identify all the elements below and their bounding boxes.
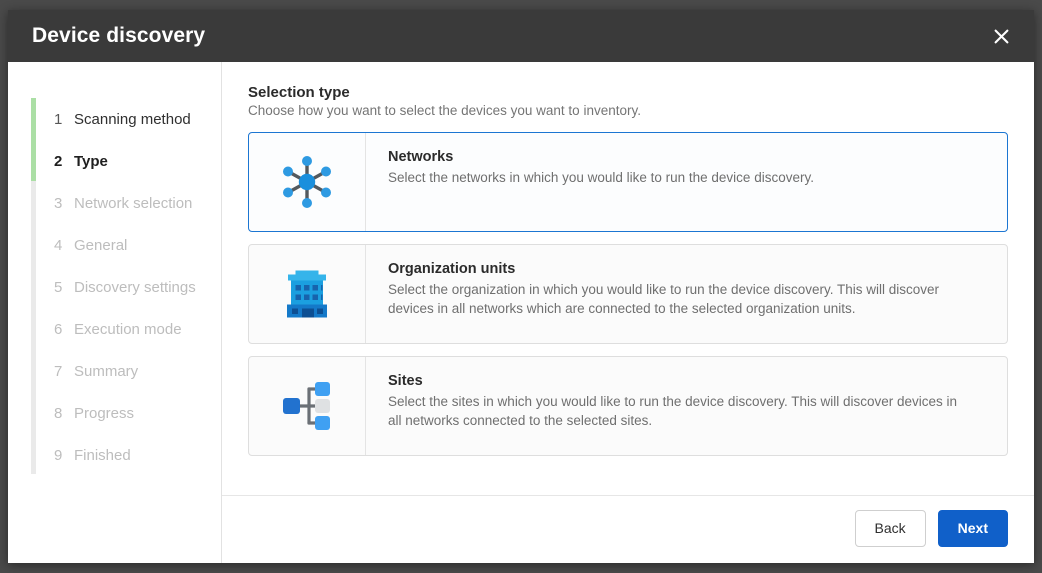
step-number: 7 <box>54 363 74 380</box>
wizard-step-summary: 7Summary <box>8 350 221 392</box>
wizard-step-finished: 9Finished <box>8 434 221 476</box>
option-card-organization-units[interactable]: Organization units Select the organizatio… <box>248 244 1008 344</box>
dialog-footer: Back Next <box>222 495 1034 563</box>
dialog-body: 1Scanning method2Type3Network selection4… <box>8 62 1034 563</box>
option-card-title: Sites <box>388 373 989 389</box>
step-number: 3 <box>54 195 74 212</box>
wizard-sidebar: 1Scanning method2Type3Network selection4… <box>8 62 222 563</box>
wizard-step-discovery-settings: 5Discovery settings <box>8 266 221 308</box>
selection-type-section: Selection type Choose how you want to se… <box>222 62 1034 495</box>
step-label: General <box>74 237 127 254</box>
back-button[interactable]: Back <box>855 510 926 547</box>
office-building-icon <box>249 245 366 343</box>
wizard-main-pane: Selection type Choose how you want to se… <box>222 62 1034 563</box>
option-card-description: Select the organization in which you wou… <box>388 280 968 318</box>
step-number: 4 <box>54 237 74 254</box>
option-card-title: Organization units <box>388 261 989 277</box>
step-number: 6 <box>54 321 74 338</box>
step-label: Finished <box>74 447 131 464</box>
option-card-description: Select the networks in which you would l… <box>388 168 968 187</box>
step-label: Execution mode <box>74 321 182 338</box>
step-number: 8 <box>54 405 74 422</box>
option-card-body: Organization units Select the organizatio… <box>366 245 1007 343</box>
wizard-step-network-selection: 3Network selection <box>8 182 221 224</box>
option-card-networks[interactable]: Networks Select the networks in which you… <box>248 132 1008 232</box>
dialog-title: Device discovery <box>32 24 205 48</box>
option-card-title: Networks <box>388 149 989 165</box>
option-card-description: Select the sites in which you would like… <box>388 392 968 430</box>
close-icon[interactable] <box>984 19 1018 53</box>
option-card-sites[interactable]: Sites Select the sites in which you would… <box>248 356 1008 456</box>
step-number: 2 <box>54 153 74 170</box>
next-button[interactable]: Next <box>938 510 1008 547</box>
wizard-step-list: 1Scanning method2Type3Network selection4… <box>8 98 221 476</box>
wizard-step-progress: 8Progress <box>8 392 221 434</box>
option-card-body: Networks Select the networks in which you… <box>366 133 1007 231</box>
screen-root: Device discovery 1Scanning method2Type3N… <box>0 0 1042 573</box>
step-number: 5 <box>54 279 74 296</box>
step-label: Type <box>74 153 108 170</box>
network-hub-icon <box>249 133 366 231</box>
step-label: Summary <box>74 363 138 380</box>
dialog-titlebar: Device discovery <box>8 10 1034 62</box>
wizard-step-general: 4General <box>8 224 221 266</box>
step-label: Discovery settings <box>74 279 196 296</box>
device-discovery-dialog: Device discovery 1Scanning method2Type3N… <box>8 10 1034 563</box>
site-hierarchy-icon <box>249 357 366 455</box>
page-subtitle: Choose how you want to select the device… <box>248 103 1008 118</box>
page-title: Selection type <box>248 84 1008 101</box>
selection-type-options: Networks Select the networks in which you… <box>248 132 1008 456</box>
wizard-step-type[interactable]: 2Type <box>8 140 221 182</box>
step-label: Network selection <box>74 195 192 212</box>
step-number: 9 <box>54 447 74 464</box>
step-label: Progress <box>74 405 134 422</box>
wizard-step-execution-mode: 6Execution mode <box>8 308 221 350</box>
step-label: Scanning method <box>74 111 191 128</box>
option-card-body: Sites Select the sites in which you would… <box>366 357 1007 455</box>
step-number: 1 <box>54 111 74 128</box>
wizard-step-scanning-method[interactable]: 1Scanning method <box>8 98 221 140</box>
